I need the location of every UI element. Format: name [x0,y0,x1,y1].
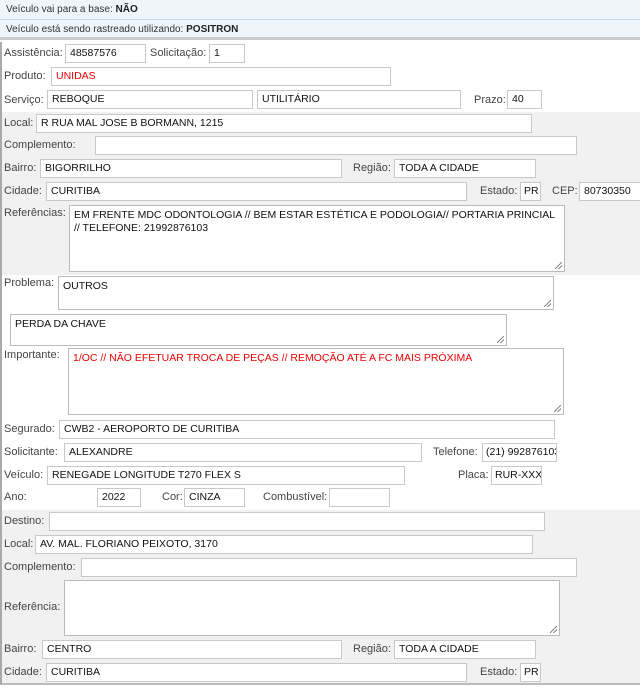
servico-input[interactable]: REBOQUE [47,90,253,109]
cidade-input[interactable]: CURITIBA [46,182,467,201]
combustivel-label: Combustível: [263,491,328,503]
destino-cidade-label: Cidade: [4,666,42,678]
bairro-input[interactable]: BIGORRILHO [40,159,342,178]
destino-referencia-textarea[interactable] [64,580,560,636]
base-banner: Veículo vai para a base: NÃO [0,0,640,20]
referencias-label: Referências: [4,207,66,219]
solicitante-label: Solicitante: [4,446,58,458]
base-value: NÃO [115,4,138,15]
segurado-label: Segurado: [4,423,55,435]
solicitacao-label: Solicitação: [150,47,207,59]
problema-textarea[interactable]: OUTROS [58,276,554,310]
produto-input[interactable]: UNIDAS [51,67,391,86]
destino-complemento-label: Complemento: [4,561,76,573]
telefone-label: Telefone: [433,446,478,458]
placa-input[interactable]: RUR-XXXX [491,466,542,485]
placa-label: Placa: [458,469,489,481]
destino-local-input[interactable]: AV. MAL. FLORIANO PEIXOTO, 3170 [35,535,533,554]
destino-local-label: Local: [4,538,34,550]
regiao-input[interactable]: TODA A CIDADE [394,159,536,178]
tracking-value: POSITRON [186,24,239,35]
telefone-input[interactable]: (21) 992876103 [482,443,557,462]
destino-label: Destino: [4,515,45,527]
solicitacao-input[interactable]: 1 [209,44,245,63]
servico-tipo-input[interactable]: UTILITÁRIO [257,90,461,109]
prazo-label: Prazo: [474,94,506,106]
cep-label: CEP: [552,185,578,197]
complemento-label: Complemento: [4,139,76,151]
destino-cidade-input[interactable]: CURITIBA [46,663,467,682]
referencias-textarea[interactable]: EM FRENTE MDC ODONTOLOGIA // BEM ESTAR E… [69,205,565,272]
problema-label: Problema: [4,277,55,289]
segurado-input[interactable]: CWB2 - AEROPORTO DE CURITIBA [59,420,555,439]
bairro-label: Bairro: [4,162,37,174]
assistencia-input[interactable]: 48587576 [65,44,146,63]
ano-input[interactable]: 2022 [97,488,141,507]
ano-label: Ano: [4,491,27,503]
estado-label: Estado: [480,185,518,197]
complemento-input[interactable] [95,136,577,155]
cep-input[interactable]: 80730350 [579,182,640,201]
solicitante-input[interactable]: ALEXANDRE [64,443,422,462]
local-input[interactable]: R RUA MAL JOSE B BORMANN, 1215 [36,114,532,133]
destino-bairro-label: Bairro: [4,643,37,655]
produto-label: Produto: [4,70,46,82]
destino-estado-input[interactable]: PR [520,663,541,682]
veiculo-input[interactable]: RENEGADE LONGITUDE T270 FLEX S [47,466,405,485]
tracking-banner: Veículo está sendo rastreado utilizando:… [0,20,640,40]
problema-desc-textarea[interactable]: PERDA DA CHAVE [10,314,507,346]
servico-label: Serviço: [4,94,44,106]
destino-regiao-input[interactable]: TODA A CIDADE [394,640,536,659]
cor-label: Cor: [162,491,183,503]
tracking-label: Veículo está sendo rastreado utilizando: [6,24,184,35]
estado-input[interactable]: PR [520,182,541,201]
destino-input[interactable] [49,512,545,531]
cor-input[interactable]: CINZA [184,488,245,507]
cidade-label: Cidade: [4,185,42,197]
destino-complemento-input[interactable] [81,558,577,577]
destino-estado-label: Estado: [480,666,518,678]
destino-bairro-input[interactable]: CENTRO [42,640,342,659]
prazo-input[interactable]: 40 [507,90,542,109]
destino-referencia-label: Referência: [4,601,61,613]
combustivel-input[interactable] [329,488,390,507]
local-label: Local: [4,117,34,129]
assistencia-label: Assistência: [4,47,63,59]
destino-regiao-label: Região: [353,643,391,655]
regiao-label: Região: [353,162,391,174]
veiculo-label: Veículo: [4,469,44,481]
importante-label: Importante: [4,349,60,361]
base-label: Veículo vai para a base: [6,4,113,15]
importante-textarea[interactable]: 1/OC // NÃO EFETUAR TROCA DE PEÇAS // RE… [68,348,564,415]
